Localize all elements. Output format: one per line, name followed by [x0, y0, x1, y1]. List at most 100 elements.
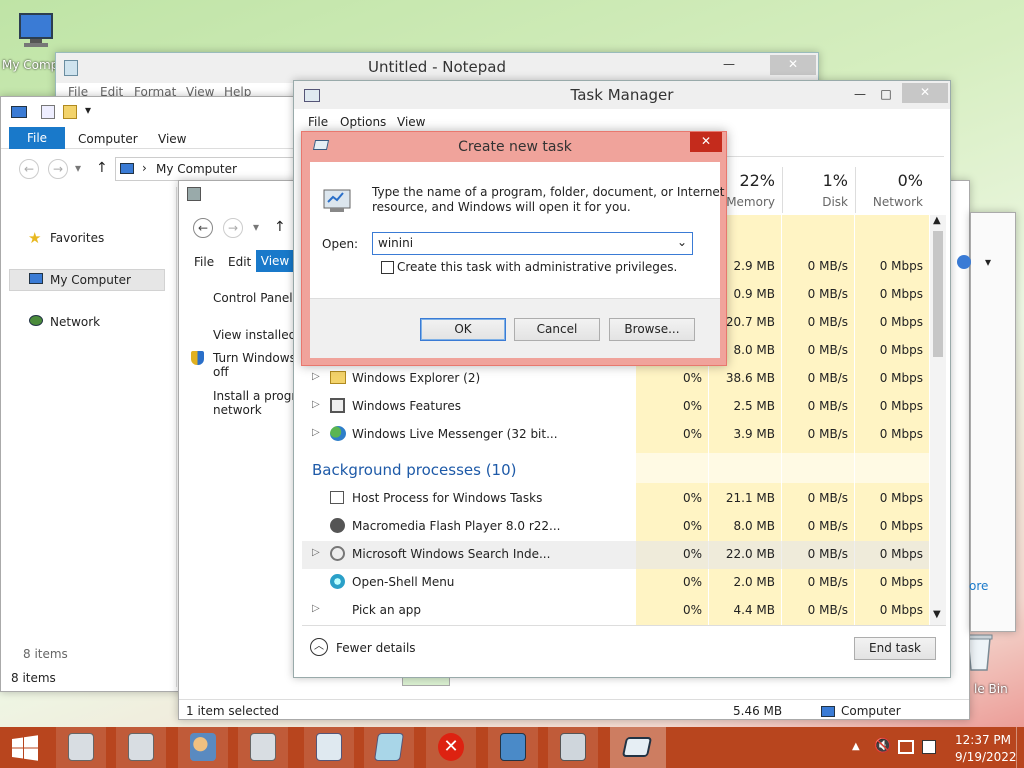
notepad-close-button[interactable]: ✕: [770, 55, 816, 75]
cp-menu-view[interactable]: View: [256, 250, 294, 272]
cp-home-link[interactable]: Control Panel H: [213, 291, 305, 305]
ribbon-tab-view[interactable]: View: [158, 132, 186, 146]
process-net: 0 Mbps: [879, 427, 923, 441]
taskbar-app-3[interactable]: [178, 727, 228, 768]
start-button[interactable]: [0, 727, 50, 768]
tm-close-button[interactable]: ✕: [902, 83, 948, 103]
taskbar-task-manager[interactable]: [304, 727, 354, 768]
taskbar-error-app[interactable]: ✕: [426, 727, 476, 768]
action-center-icon[interactable]: [922, 740, 936, 754]
ribbon-tab-computer[interactable]: Computer: [78, 132, 138, 146]
back-button[interactable]: ←: [19, 159, 39, 179]
up-button[interactable]: ↑: [96, 160, 108, 176]
cp-menu-edit[interactable]: Edit: [228, 255, 251, 269]
forward-button[interactable]: →: [48, 159, 68, 179]
run-dialog-body: Type the name of a program, folder, docu…: [310, 162, 725, 358]
taskbar-app-2[interactable]: [116, 727, 166, 768]
tm-scrollbar[interactable]: ▲ ▼: [930, 215, 946, 625]
tm-top-row-2-disk: 0 MB/s: [807, 287, 848, 301]
volume-muted-icon[interactable]: 🔇: [874, 738, 891, 754]
run-description: Type the name of a program, folder, docu…: [372, 185, 725, 199]
nav-network[interactable]: Network: [50, 315, 100, 329]
tm-col-network-header[interactable]: 0% Network: [855, 167, 929, 213]
notepad-minimize-button[interactable]: —: [716, 55, 742, 75]
admin-checkbox-label[interactable]: Create this task with administrative pri…: [397, 260, 677, 274]
taskbar-app-1[interactable]: [56, 727, 106, 768]
network-tray-icon[interactable]: [898, 740, 914, 754]
notepad-titlebar[interactable]: Untitled - Notepad: [56, 53, 818, 83]
process-net: 0 Mbps: [879, 575, 923, 589]
scroll-down-icon[interactable]: ▼: [933, 609, 941, 620]
new-folder-icon[interactable]: [63, 105, 77, 119]
expand-chevron-icon[interactable]: ▷: [312, 399, 320, 410]
nav-favorites[interactable]: Favorites: [50, 231, 104, 245]
tm-maximize-button[interactable]: □: [876, 85, 896, 105]
tm-col-disk-header[interactable]: 1% Disk: [782, 167, 854, 213]
tm-menu-options[interactable]: Options: [340, 115, 386, 129]
expand-chevron-icon[interactable]: ▷: [312, 427, 320, 438]
address-chevron-icon: ›: [142, 161, 147, 175]
end-task-button[interactable]: End task: [854, 637, 936, 660]
table-row[interactable]: ▷ Windows Explorer (2) 0% 38.6 MB 0 MB/s…: [302, 365, 929, 393]
cp-back-button[interactable]: ←: [193, 218, 213, 238]
table-row[interactable]: ▷ Microsoft Windows Search Inde... 0% 22…: [302, 541, 929, 569]
taskbar-run-dialog[interactable]: [610, 727, 666, 768]
recycle-bin-desktop-icon[interactable]: le Bin: [962, 632, 1022, 702]
run-dialog[interactable]: Create new task ✕ Type the name of a pro…: [301, 131, 727, 366]
background-window-edge[interactable]: ▾ ore: [957, 212, 1016, 632]
tm-minimize-button[interactable]: —: [850, 85, 870, 105]
cp-recent-icon[interactable]: ▾: [253, 220, 259, 234]
open-dropdown-icon[interactable]: ⌄: [677, 235, 687, 249]
cp-up-button[interactable]: ↑: [274, 219, 286, 235]
clock-time[interactable]: 12:37 PM: [955, 733, 1011, 747]
admin-checkbox[interactable]: [381, 261, 394, 274]
cp-forward-button[interactable]: →: [223, 218, 243, 238]
scroll-up-icon[interactable]: ▲: [933, 215, 941, 226]
table-row[interactable]: Open-Shell Menu 0% 2.0 MB 0 MB/s 0 Mbps: [302, 569, 929, 597]
fewer-details-chevron-icon[interactable]: ︿: [310, 638, 328, 656]
table-row[interactable]: ▷ Pick an app 0% 4.4 MB 0 MB/s 0 Mbps: [302, 597, 929, 625]
table-row[interactable]: ▷ Windows Live Messenger (32 bit... 0% 3…: [302, 421, 929, 449]
properties-icon[interactable]: [41, 105, 55, 119]
taskbar-notepad[interactable]: [364, 727, 414, 768]
table-row[interactable]: Host Process for Windows Tasks 0% 21.1 M…: [302, 485, 929, 513]
ribbon-tab-file[interactable]: File: [9, 127, 65, 149]
qat-dropdown-icon[interactable]: ▾: [85, 103, 91, 117]
clock-date[interactable]: 9/19/2022: [955, 750, 1017, 764]
tm-title: Task Manager: [570, 86, 674, 104]
cancel-button[interactable]: Cancel: [514, 318, 600, 341]
cp-install-link-2[interactable]: network: [213, 403, 262, 417]
show-desktop-button[interactable]: [1016, 727, 1024, 768]
tm-disk-pct: 1%: [822, 171, 848, 190]
browse-button[interactable]: Browse...: [609, 318, 695, 341]
show-hidden-icons[interactable]: ▲: [852, 741, 860, 752]
tm-menu-file[interactable]: File: [308, 115, 328, 129]
open-input-value[interactable]: winini: [378, 236, 413, 250]
taskbar-app-4[interactable]: [238, 727, 288, 768]
recent-locations-icon[interactable]: ▾: [75, 161, 81, 175]
expand-chevron-icon[interactable]: ▷: [312, 547, 320, 558]
taskbar-app-9[interactable]: [548, 727, 598, 768]
run-dialog-close-button[interactable]: ✕: [690, 132, 722, 152]
tm-network-label: Network: [872, 195, 923, 209]
open-combobox[interactable]: winini ⌄: [372, 232, 693, 255]
tm-memory-label: Memory: [726, 195, 775, 209]
table-row[interactable]: ▷ Windows Features 0% 2.5 MB 0 MB/s 0 Mb…: [302, 393, 929, 421]
cp-turn-windows-link-2[interactable]: off: [213, 365, 229, 379]
address-bar[interactable]: › My Computer: [115, 157, 301, 181]
fewer-details-link[interactable]: Fewer details: [336, 641, 416, 655]
notepad-app-icon: [64, 60, 78, 76]
control-panel-taskbar-icon: [68, 733, 94, 761]
expand-chevron-icon[interactable]: ▷: [312, 603, 320, 614]
cp-turn-windows-link[interactable]: Turn Windows: [213, 351, 296, 365]
cp-menu-file[interactable]: File: [194, 255, 214, 269]
expand-chevron-icon[interactable]: ▷: [312, 371, 320, 382]
ok-button[interactable]: OK: [420, 318, 506, 341]
table-row[interactable]: Macromedia Flash Player 8.0 r22... 0% 8.…: [302, 513, 929, 541]
scroll-thumb[interactable]: [933, 231, 943, 357]
nav-my-computer[interactable]: My Computer: [50, 273, 131, 287]
edge-window-dropdown-icon[interactable]: ▾: [985, 255, 991, 269]
cp-status-computer-icon: [821, 706, 835, 717]
tm-menu-view[interactable]: View: [397, 115, 425, 129]
taskbar-app-8[interactable]: [488, 727, 538, 768]
